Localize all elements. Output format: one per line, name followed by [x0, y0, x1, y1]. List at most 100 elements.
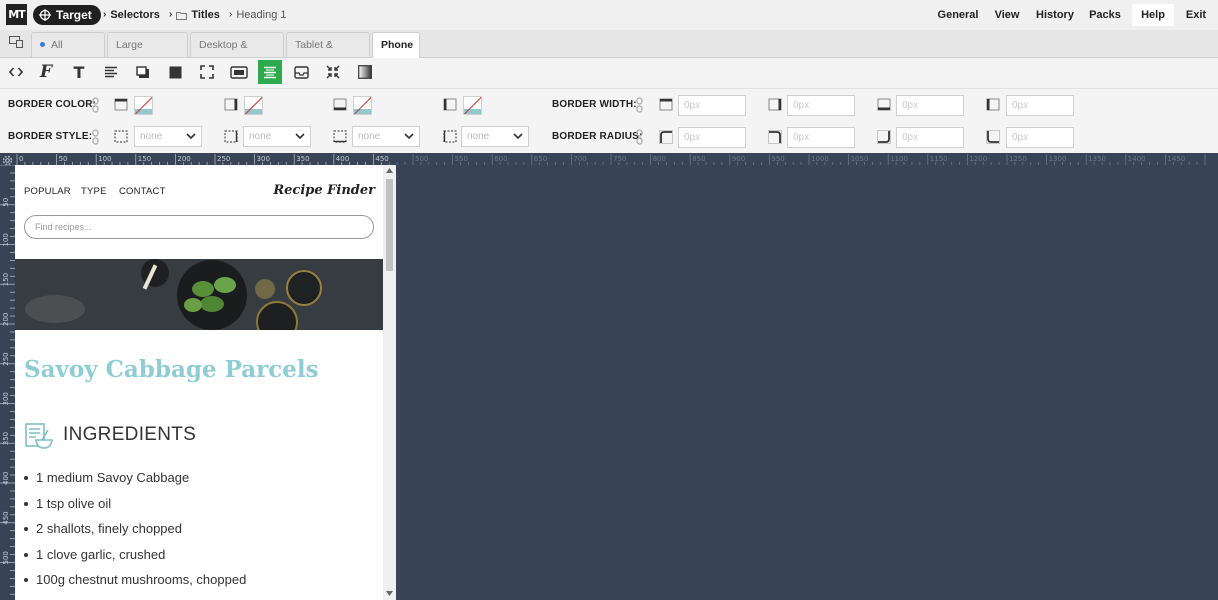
border-left-icon: [443, 98, 457, 111]
radius-top-right-input[interactable]: 0px: [787, 127, 855, 148]
gradient-icon[interactable]: [353, 60, 377, 84]
target-button[interactable]: Target: [33, 5, 101, 25]
scroll-down-arrow-icon[interactable]: [386, 591, 393, 596]
app-logo[interactable]: MT: [6, 4, 27, 25]
ruler-label: 300: [2, 392, 10, 405]
border-left-width-input[interactable]: 0px: [1006, 95, 1074, 116]
ruler-label: 650: [534, 155, 547, 163]
breadcrumb-selectors[interactable]: › Selectors: [103, 8, 160, 22]
ruler-label: 0: [19, 155, 23, 163]
site-brand[interactable]: Recipe Finder: [273, 183, 375, 198]
ruler-label: 750: [613, 155, 626, 163]
border-style-right-icon: [224, 130, 238, 143]
code-icon[interactable]: [4, 60, 28, 84]
ruler-label: 500: [415, 155, 428, 163]
border-style-top-icon: [114, 130, 128, 143]
radius-bottom-left-icon: [986, 130, 1000, 144]
ingredients-list: 1 medium Savoy Cabbage 1 tsp olive oil 2…: [24, 465, 246, 593]
compress-icon[interactable]: [321, 60, 345, 84]
ruler-ticks: 50 100 150 200 250 300 350 400 450 500: [0, 165, 15, 595]
ruler-label: 250: [217, 155, 230, 163]
shadow-icon[interactable]: [131, 60, 155, 84]
chevron-right-icon: ›: [103, 9, 107, 20]
radius-bottom-right-input[interactable]: 0px: [896, 127, 964, 148]
align-icon[interactable]: [99, 60, 123, 84]
radius-bottom-right-icon: [877, 130, 891, 144]
ruler-label: 300: [257, 155, 270, 163]
link-sides-icon[interactable]: [92, 129, 99, 145]
tab-large-desktop[interactable]: Large Desktop: [107, 32, 188, 76]
chevron-right-icon: ›: [229, 9, 233, 20]
select-value: none: [249, 131, 272, 142]
ruler-label: 400: [2, 472, 10, 485]
ruler-ticks: 0 50 100 150 200 250 300 350 400 450 500 550 600 650 7…: [16, 154, 1206, 165]
border-bottom-icon: [333, 98, 347, 111]
link-sides-icon[interactable]: [636, 129, 643, 145]
nav-view[interactable]: View: [990, 4, 1024, 26]
border-right-width-input[interactable]: 0px: [787, 95, 855, 116]
nav-general[interactable]: General: [932, 4, 984, 26]
responsive-devices-icon[interactable]: [9, 36, 23, 48]
text-icon[interactable]: T: [67, 60, 91, 84]
link-sides-icon[interactable]: [636, 97, 643, 113]
font-icon[interactable]: F: [34, 60, 58, 84]
ruler-label: 200: [177, 155, 190, 163]
expand-icon[interactable]: [195, 60, 219, 84]
nav-help[interactable]: Help: [1132, 4, 1174, 26]
phone-preview-canvas[interactable]: POPULAR TYPE CONTACT Recipe Finder Find …: [15, 165, 383, 600]
border-radius-label: BORDER RADIUS:: [552, 131, 643, 142]
border-bottom-style-select[interactable]: none: [352, 126, 420, 147]
chevron-down-icon: [513, 133, 523, 140]
preview-scrollbar[interactable]: [383, 165, 396, 600]
ruler-label: 1100: [890, 155, 908, 163]
nav-packs[interactable]: Packs: [1084, 4, 1126, 26]
radius-bottom-left-input[interactable]: 0px: [1006, 127, 1074, 148]
inbox-icon[interactable]: [289, 60, 313, 84]
ruler-label: 450: [375, 155, 388, 163]
border-top-style-select[interactable]: none: [134, 126, 202, 147]
ruler-label: 50: [2, 198, 10, 207]
scroll-thumb[interactable]: [386, 179, 393, 271]
border-right-style-select[interactable]: none: [243, 126, 311, 147]
border-bottom-icon: [877, 98, 891, 111]
border-left-color-swatch[interactable]: [463, 96, 482, 115]
ruler-label: 900: [732, 155, 745, 163]
radius-top-left-icon: [659, 130, 673, 144]
border-top-color-swatch[interactable]: [134, 96, 153, 115]
ruler-label: 1350: [1088, 155, 1106, 163]
background-icon[interactable]: [163, 60, 187, 84]
recipe-search-input[interactable]: Find recipes...: [24, 215, 374, 239]
page-nav-popular[interactable]: POPULAR: [24, 186, 71, 197]
active-indicator-dot: [40, 41, 45, 47]
tab-phone[interactable]: Phone: [372, 32, 420, 58]
page-nav-type[interactable]: TYPE: [81, 186, 107, 197]
recipe-title[interactable]: Savoy Cabbage Parcels: [24, 356, 319, 383]
target-label: Target: [56, 8, 92, 22]
list-item: 2 shallots, finely chopped: [24, 516, 246, 542]
breadcrumb-titles[interactable]: › Titles: [169, 8, 220, 22]
border-right-icon: [768, 98, 782, 111]
link-sides-icon[interactable]: [92, 97, 99, 113]
select-value: none: [140, 131, 163, 142]
spacing-icon[interactable]: [227, 60, 251, 84]
border-icon[interactable]: [258, 60, 282, 84]
tab-all-devices[interactable]: All Devices: [31, 32, 105, 76]
nav-history[interactable]: History: [1032, 4, 1078, 26]
tab-desktop-tablet[interactable]: Desktop & Tablet: [190, 32, 284, 76]
page-nav-contact[interactable]: CONTACT: [119, 186, 166, 197]
ruler-label: 550: [455, 155, 468, 163]
breadcrumb-heading[interactable]: › Heading 1: [229, 8, 287, 22]
border-right-color-swatch[interactable]: [244, 96, 263, 115]
border-bottom-width-input[interactable]: 0px: [896, 95, 964, 116]
gear-icon[interactable]: [1, 154, 14, 167]
tab-tablet-phone[interactable]: Tablet & Phone: [286, 32, 370, 76]
border-left-style-select[interactable]: none: [461, 126, 529, 147]
border-top-width-input[interactable]: 0px: [678, 95, 746, 116]
chevron-right-icon: ›: [169, 9, 173, 20]
radius-top-left-input[interactable]: 0px: [678, 127, 746, 148]
scroll-up-arrow-icon[interactable]: [386, 168, 393, 173]
ruler-label: 1000: [811, 155, 829, 163]
list-item: 100g chestnut mushrooms, chopped: [24, 567, 246, 593]
nav-exit[interactable]: Exit: [1182, 4, 1210, 26]
border-bottom-color-swatch[interactable]: [353, 96, 372, 115]
